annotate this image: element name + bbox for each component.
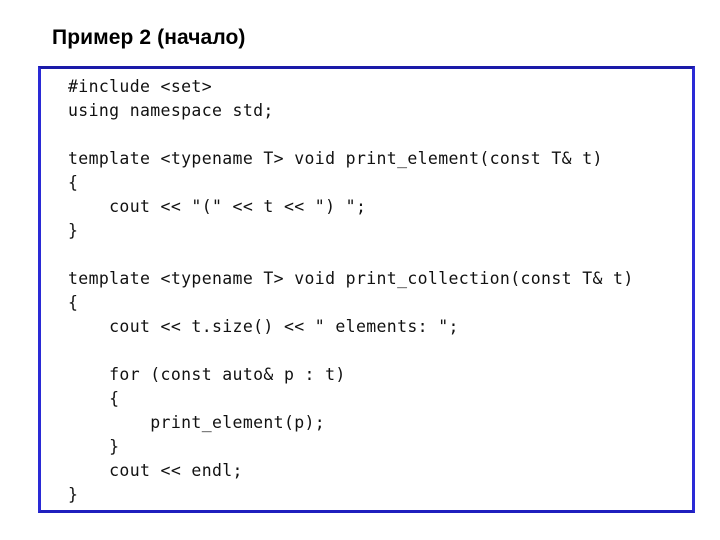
code-line: using namespace std; [68, 101, 274, 120]
page-title: Пример 2 (начало) [52, 26, 246, 49]
code-line: { [68, 389, 120, 408]
code-line: cout << endl; [68, 461, 243, 480]
code-line: { [68, 173, 79, 192]
code-line: cout << "(" << t << ") "; [68, 197, 367, 216]
code-line: for (const auto& p : t) [68, 365, 346, 384]
code-line: } [68, 221, 79, 240]
code-block-container: #include <set> using namespace std; templ… [38, 66, 695, 513]
code-line: { [68, 293, 79, 312]
code-lines-list: #include <set> using namespace std; templ… [68, 75, 690, 510]
code-line: cout << t.size() << " elements: "; [68, 317, 459, 336]
code-line: template <typename T> void print_element… [68, 149, 603, 168]
code-line: #include <set> [68, 77, 212, 96]
code-line: } [68, 437, 120, 456]
code-line: print_element(p); [68, 413, 326, 432]
code-line: } [68, 485, 79, 504]
code-line: template <typename T> void print_collect… [68, 269, 634, 288]
slide-root: Пример 2 (начало) #include <set> using na… [0, 0, 720, 540]
